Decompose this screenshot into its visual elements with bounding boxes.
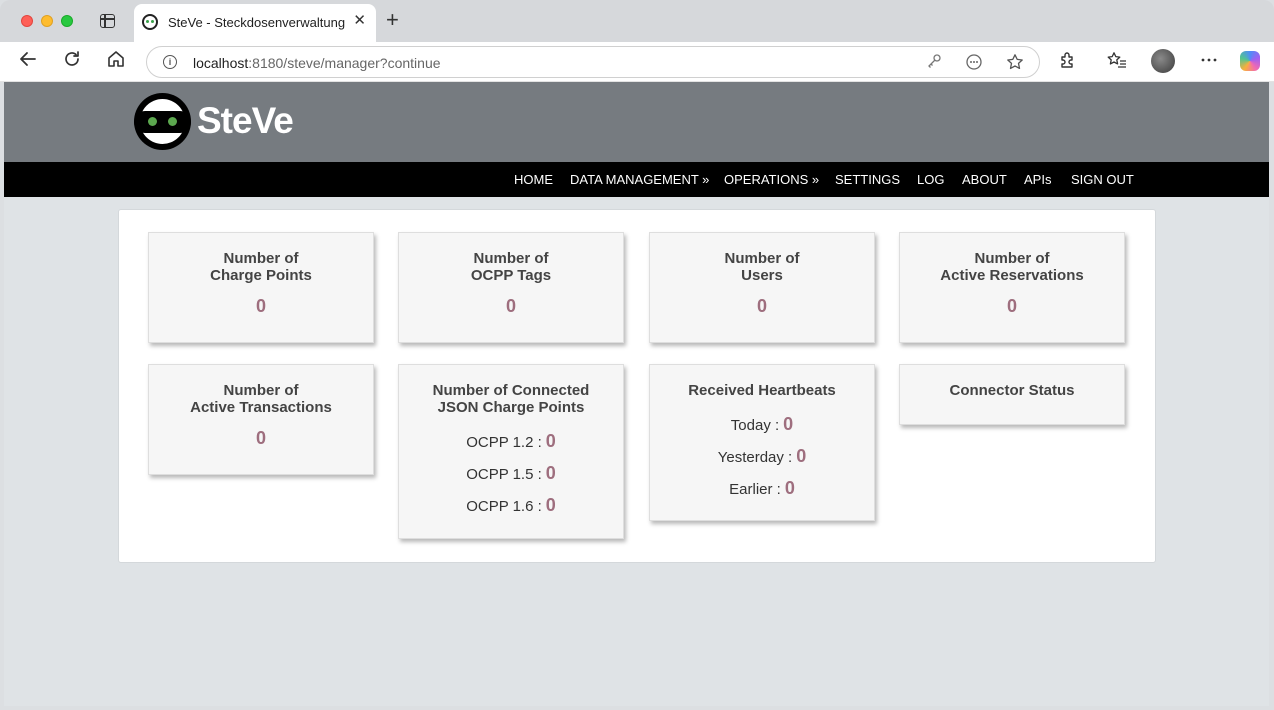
steve-logo-icon[interactable] [134,93,191,150]
reservations-count: 0 [1006,296,1017,316]
reload-icon[interactable] [60,50,84,74]
close-window-button[interactable] [21,15,33,27]
browser-tab[interactable]: SteVe - Steckdosenverwaltung ✕ [134,4,376,42]
site-header: SteVe [4,82,1269,162]
copilot-icon[interactable] [1240,51,1260,71]
charge-points-count: 0 [255,296,266,316]
nav-sign-out[interactable]: SIGN OUT [1071,172,1134,187]
tile-title: Number of Users [724,250,800,284]
more-options-icon[interactable] [1198,51,1220,73]
stat-row-today: Today :0 [730,414,794,434]
tile-title: Number of Connected JSON Charge Points [432,382,590,416]
transactions-count: 0 [255,428,266,448]
profile-avatar[interactable] [1151,49,1175,73]
stat-row-yesterday: Yesterday :0 [717,446,807,466]
stat-row-ocpp12: OCPP 1.2 :0 [466,431,556,451]
extensions-puzzle-icon[interactable] [1057,51,1079,73]
url-text[interactable]: localhost:8180/steve/manager?continue [193,55,441,71]
tile-title: Number of Active Transactions [190,382,332,416]
users-count: 0 [756,296,767,316]
web-page: SteVe HOME DATA MANAGEMENT » OPERATIONS … [4,82,1269,706]
tile-received-heartbeats[interactable]: Received Heartbeats Today :0 Yesterday :… [649,364,875,521]
key-icon[interactable] [925,53,943,71]
site-info-icon[interactable]: i [163,55,177,69]
sidebar-toggle-icon[interactable] [100,14,115,28]
browser-toolbar: i localhost:8180/steve/manager?continue [0,42,1274,82]
nav-operations[interactable]: OPERATIONS » [724,172,819,187]
main-navbar: HOME DATA MANAGEMENT » OPERATIONS » SETT… [4,162,1269,197]
dashboard-panel: Number of Charge Points 0 Number of OCPP… [118,209,1156,563]
home-icon[interactable] [104,50,128,74]
tile-title: Number of Charge Points [210,250,312,284]
nav-data-management[interactable]: DATA MANAGEMENT » [570,172,709,187]
tile-title: Number of Active Reservations [940,250,1084,284]
nav-settings[interactable]: SETTINGS [835,172,900,187]
maximize-window-button[interactable] [61,15,73,27]
tab-title: SteVe - Steckdosenverwaltung [168,15,346,30]
tile-title: Received Heartbeats [688,382,836,399]
tile-active-transactions[interactable]: Number of Active Transactions 0 [148,364,374,475]
stat-row-ocpp15: OCPP 1.5 :0 [466,463,556,483]
stat-row-earlier: Earlier :0 [729,478,795,498]
reader-mode-icon[interactable] [965,53,983,71]
steve-favicon-icon [142,14,158,30]
nav-home[interactable]: HOME [514,172,553,187]
browser-titlebar: SteVe - Steckdosenverwaltung ✕ + [0,0,1274,42]
back-arrow-icon[interactable] [16,50,40,74]
address-bar[interactable]: i localhost:8180/steve/manager?continue [146,46,1040,78]
tab-close-icon[interactable]: ✕ [353,13,366,29]
tile-active-reservations[interactable]: Number of Active Reservations 0 [899,232,1125,343]
tile-charge-points[interactable]: Number of Charge Points 0 [148,232,374,343]
minimize-window-button[interactable] [41,15,53,27]
tile-title: Number of OCPP Tags [470,250,552,284]
nav-about[interactable]: ABOUT [962,172,1007,187]
logo-text[interactable]: SteVe [197,100,294,142]
tile-ocpp-tags[interactable]: Number of OCPP Tags 0 [398,232,624,343]
favorites-list-icon[interactable] [1106,51,1128,73]
nav-apis[interactable]: APIs [1024,172,1051,187]
ocpp-tags-count: 0 [505,296,516,316]
tile-users[interactable]: Number of Users 0 [649,232,875,343]
tile-connector-status[interactable]: Connector Status [899,364,1125,425]
tile-title: Connector Status [949,382,1075,399]
tile-connected-json-charge-points[interactable]: Number of Connected JSON Charge Points O… [398,364,624,539]
favorite-star-icon[interactable] [1006,53,1024,71]
new-tab-icon[interactable]: + [386,9,399,31]
stat-row-ocpp16: OCPP 1.6 :0 [466,495,556,515]
nav-log[interactable]: LOG [917,172,944,187]
